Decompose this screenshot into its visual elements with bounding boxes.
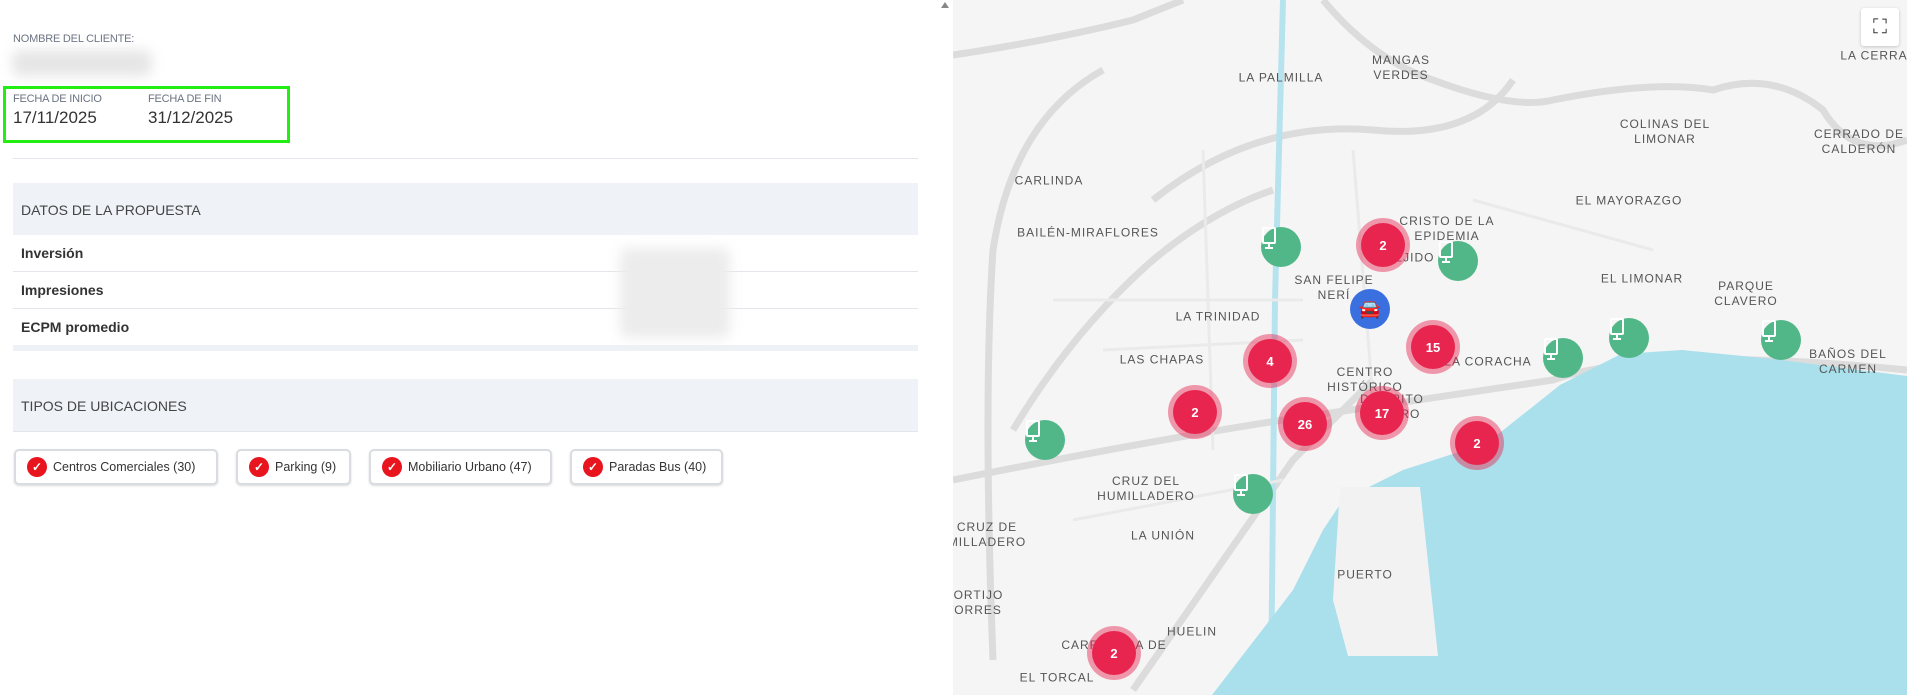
- screen-marker[interactable]: [1609, 318, 1649, 358]
- chip-paradas-bus[interactable]: ✓ Paradas Bus (40): [570, 449, 723, 485]
- map-label: MANGAS VERDES: [1371, 53, 1430, 82]
- cluster-marker[interactable]: 2: [1092, 631, 1136, 675]
- check-icon: ✓: [583, 457, 603, 477]
- cluster-marker[interactable]: 2: [1361, 223, 1405, 267]
- cluster-marker[interactable]: 2: [1455, 421, 1499, 465]
- proposal-values-redacted: [620, 248, 730, 338]
- map-label: LA UNIÓN: [1130, 528, 1196, 543]
- screen-icon: [1762, 320, 1776, 342]
- divider: [13, 431, 918, 432]
- divider: [13, 271, 918, 272]
- cluster-marker[interactable]: 4: [1248, 339, 1292, 383]
- check-icon: ✓: [27, 457, 47, 477]
- divider: [13, 158, 918, 159]
- scroll-up-arrow-icon[interactable]: [941, 2, 949, 8]
- chip-mobiliario-urbano[interactable]: ✓ Mobiliario Urbano (47): [369, 449, 552, 485]
- start-date-label: FECHA DE INICIO: [13, 93, 102, 105]
- map-label: BAILÉN-MIRAFLORES: [1017, 225, 1159, 240]
- screen-icon: [1439, 241, 1453, 263]
- screen-icon: [1610, 318, 1624, 340]
- fullscreen-icon: ⛶: [1873, 15, 1887, 38]
- screen-icon: [1544, 338, 1558, 360]
- map-label: CRUZ DE MILLADERO: [953, 520, 1027, 549]
- screen-icon: [1262, 227, 1276, 249]
- map-label: EL LIMONAR: [1600, 271, 1684, 286]
- map-label: LA CORACHA: [1444, 354, 1532, 369]
- chip-label: Parking (9): [275, 460, 337, 474]
- car-marker[interactable]: 🚘: [1350, 289, 1390, 329]
- map-label: PARQUE CLAVERO: [1714, 279, 1778, 308]
- screen-marker[interactable]: [1025, 420, 1065, 460]
- screen-icon: [1234, 474, 1248, 496]
- cluster-marker[interactable]: 15: [1411, 325, 1455, 369]
- cluster-marker[interactable]: 26: [1283, 402, 1327, 446]
- proposal-panel: NOMBRE DEL CLIENTE: FECHA DE INICIO 17/1…: [0, 0, 950, 695]
- map-label: LAS CHAPAS: [1119, 352, 1205, 367]
- map-label: BAÑOS DEL CARMEN: [1809, 347, 1887, 376]
- fullscreen-button[interactable]: ⛶: [1861, 8, 1899, 46]
- screen-icon: [1026, 420, 1040, 442]
- screen-marker[interactable]: [1438, 241, 1478, 281]
- chip-centros-comerciales[interactable]: ✓ Centros Comerciales (30): [14, 449, 218, 485]
- ecpm-label: ECPM promedio: [21, 319, 130, 335]
- chip-label: Centros Comerciales (30): [53, 460, 196, 474]
- cluster-marker[interactable]: 2: [1173, 390, 1217, 434]
- screen-marker[interactable]: [1543, 338, 1583, 378]
- map-label: LA PALMILLA: [1238, 70, 1324, 85]
- map-label: LA CERRA: [1840, 48, 1907, 63]
- check-icon: ✓: [249, 457, 269, 477]
- map-label: CERRADO DE CALDERÓN: [1813, 127, 1904, 156]
- map-label: COLINAS DEL LIMONAR: [1619, 117, 1711, 146]
- proposal-section-header: DATOS DE LA PROPUESTA: [13, 183, 918, 235]
- impressions-label: Impresiones: [21, 282, 104, 298]
- screen-marker[interactable]: [1761, 320, 1801, 360]
- end-date-label: FECHA DE FIN: [148, 93, 222, 105]
- map-label: LA TRINIDAD: [1175, 309, 1261, 324]
- map-label: CENTRO HISTÓRICO: [1327, 365, 1403, 394]
- client-name-redacted: [12, 50, 152, 76]
- end-date-value: 31/12/2025: [148, 108, 234, 127]
- cluster-marker[interactable]: 17: [1360, 391, 1404, 435]
- screen-marker[interactable]: [1233, 474, 1273, 514]
- map-label: CRUZ DEL HUMILLADERO: [1097, 474, 1195, 503]
- map-label: CRISTO DE LA EPIDEMIA: [1399, 214, 1495, 243]
- map-label: PORTIJO TORRES: [953, 588, 1004, 617]
- scrollbar[interactable]: [940, 0, 950, 695]
- start-date-value: 17/11/2025: [13, 108, 97, 127]
- location-types-header: TIPOS DE UBICACIONES: [13, 379, 918, 431]
- map-label: EL TORCAL: [1019, 670, 1095, 685]
- investment-label: Inversión: [21, 245, 84, 261]
- client-label: NOMBRE DEL CLIENTE:: [13, 33, 135, 45]
- chip-label: Paradas Bus (40): [609, 460, 707, 474]
- map-label: PUERTO: [1337, 567, 1393, 582]
- check-icon: ✓: [382, 457, 402, 477]
- map-label: CARLINDA: [1014, 173, 1084, 188]
- map[interactable]: LA PALMILLA MANGAS VERDES CARLINDA BAILÉN-M…: [953, 0, 1907, 695]
- map-label: EL MAYORAZGO: [1575, 193, 1683, 208]
- car-icon: 🚘: [1358, 298, 1382, 319]
- map-label: HUELIN: [1166, 624, 1218, 639]
- screen-marker[interactable]: [1261, 227, 1301, 267]
- chip-label: Mobiliario Urbano (47): [408, 460, 532, 474]
- sea: [1212, 350, 1907, 695]
- chip-parking[interactable]: ✓ Parking (9): [236, 449, 351, 485]
- divider: [13, 345, 918, 351]
- divider: [13, 308, 918, 309]
